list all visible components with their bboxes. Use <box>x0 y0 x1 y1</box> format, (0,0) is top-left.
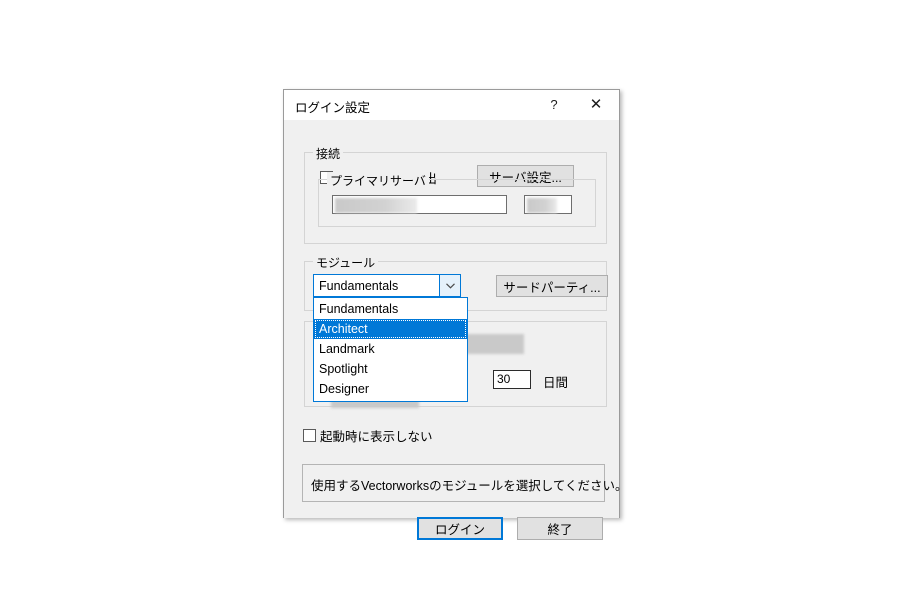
module-select-value: Fundamentals <box>319 278 399 293</box>
status-panel: 使用するVectorworksのモジュールを選択してください。 <box>302 464 627 502</box>
third-party-button[interactable]: サードパーティ... <box>496 275 608 297</box>
primary-server-group: プライマリサーバ <box>318 172 596 227</box>
chevron-down-icon[interactable] <box>439 275 460 296</box>
dropdown-option-fundamentals[interactable]: Fundamentals <box>314 299 467 319</box>
connection-group: 接続 サーバを自動検出 サーバ設定... プライマリサーバ <box>304 145 607 244</box>
dropdown-option-spotlight[interactable]: Spotlight <box>314 359 467 379</box>
module-group-label: モジュール <box>313 254 379 271</box>
primary-server-port-input[interactable] <box>524 195 572 214</box>
help-button[interactable]: ? <box>537 90 571 119</box>
dialog-titlebar: ログイン設定 ? ✕ <box>284 90 619 121</box>
login-button[interactable]: ログイン <box>417 517 503 540</box>
license-days-input[interactable]: 30 <box>493 370 531 389</box>
status-message: 使用するVectorworksのモジュールを選択してください。 <box>311 479 628 493</box>
dropdown-option-designer[interactable]: Designer <box>314 379 467 399</box>
primary-server-group-label: プライマリサーバ <box>327 172 429 189</box>
connection-group-label: 接続 <box>313 145 344 162</box>
module-dropdown-list[interactable]: Fundamentals Architect Landmark Spotligh… <box>313 297 468 402</box>
redacted-port-value <box>527 198 557 213</box>
hide-on-startup-label: 起動時に表示しない <box>320 430 433 444</box>
quit-button[interactable]: 終了 <box>517 517 603 540</box>
dropdown-option-landmark[interactable]: Landmark <box>314 339 467 359</box>
checkbox-icon[interactable] <box>303 429 316 442</box>
redacted-license-field <box>462 334 524 354</box>
page-title: ログイン設定 <box>295 101 371 115</box>
dialog-client-area: 接続 サーバを自動検出 サーバ設定... プライマリサーバ モジュール サードパ… <box>284 121 627 540</box>
close-icon[interactable]: ✕ <box>579 90 613 119</box>
hide-on-startup-checkbox[interactable]: 起動時に表示しない <box>303 426 433 445</box>
module-select[interactable]: Fundamentals <box>313 274 461 297</box>
login-settings-dialog: ログイン設定 ? ✕ 接続 サーバを自動検出 サーバ設定... プライマリサーバ <box>283 89 627 540</box>
license-days-unit-label: 日間 <box>543 376 569 390</box>
primary-server-input[interactable] <box>332 195 507 214</box>
redacted-server-value <box>335 198 417 213</box>
dropdown-option-architect[interactable]: Architect <box>314 319 467 339</box>
